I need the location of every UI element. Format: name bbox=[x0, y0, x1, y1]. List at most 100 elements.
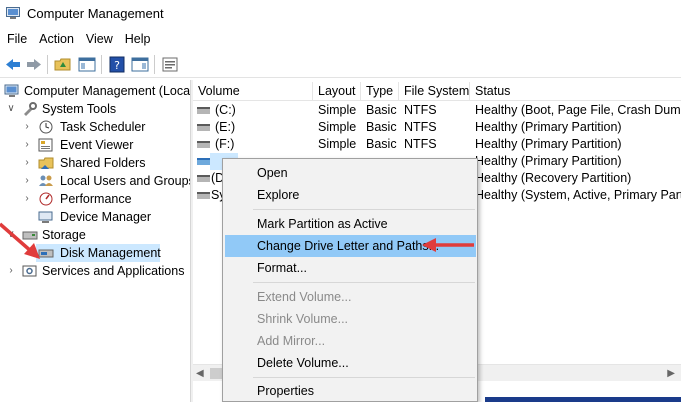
event-viewer-icon bbox=[38, 138, 53, 152]
cell-volume: (E:) bbox=[215, 120, 236, 134]
menu-file[interactable]: File bbox=[0, 29, 33, 50]
column-header-volume[interactable]: Volume bbox=[193, 82, 313, 101]
expand-chevron-icon[interactable]: › bbox=[22, 190, 32, 208]
tree-item-task-scheduler[interactable]: › Task Scheduler bbox=[22, 118, 190, 136]
cell-type: Basic bbox=[366, 137, 397, 151]
performance-icon bbox=[39, 192, 53, 206]
cell-file-system: NTFS bbox=[404, 103, 437, 117]
up-folder-icon[interactable] bbox=[54, 56, 72, 73]
computer-management-icon bbox=[6, 7, 20, 19]
tree-label-services: Services and Applications bbox=[42, 264, 185, 278]
tree-label-storage: Storage bbox=[42, 228, 86, 242]
expand-chevron-icon[interactable]: › bbox=[22, 136, 32, 154]
cell-volume: (F:) bbox=[215, 137, 235, 151]
red-arrow-annotation-icon bbox=[0, 222, 40, 259]
title-bar: Computer Management bbox=[0, 0, 681, 29]
cell-status: Healthy (Primary Partition) bbox=[475, 120, 622, 134]
cell-status: Healthy (Boot, Page File, Crash Dump, bbox=[475, 103, 681, 117]
users-icon bbox=[39, 175, 53, 186]
partition-bar[interactable] bbox=[485, 397, 681, 402]
cell-file-system: NTFS bbox=[404, 120, 437, 134]
tree-label-device-manager: Device Manager bbox=[60, 210, 152, 224]
menu-item-properties[interactable]: Properties bbox=[225, 380, 476, 402]
menu-separator bbox=[253, 377, 475, 378]
cell-volume: (C:) bbox=[215, 103, 236, 117]
red-arrow-annotation-icon bbox=[422, 238, 474, 252]
cell-status: Healthy (Primary Partition) bbox=[475, 137, 622, 151]
tree-item-root[interactable]: Computer Management (Local bbox=[4, 82, 190, 100]
menu-separator bbox=[253, 282, 475, 283]
table-row[interactable]: (F:) Simple Basic NTFS Healthy (Primary … bbox=[193, 136, 681, 153]
computer-management-icon bbox=[4, 84, 19, 97]
menu-item-extend-volume: Extend Volume... bbox=[257, 290, 352, 304]
tree-label-task-scheduler: Task Scheduler bbox=[60, 120, 146, 134]
cell-type: Basic bbox=[366, 103, 397, 117]
expand-chevron-icon[interactable]: › bbox=[22, 154, 32, 172]
tree-label-root: Computer Management (Local bbox=[24, 84, 190, 98]
back-arrow-icon[interactable] bbox=[4, 56, 22, 73]
column-header-file-system[interactable]: File System bbox=[399, 82, 470, 101]
expand-chevron-icon[interactable]: › bbox=[22, 118, 32, 136]
tree-item-performance[interactable]: › Performance bbox=[22, 190, 190, 208]
tree-item-event-viewer[interactable]: › Event Viewer bbox=[22, 136, 190, 154]
forward-arrow-icon[interactable] bbox=[25, 56, 43, 73]
column-header-type[interactable]: Type bbox=[361, 82, 399, 101]
help-icon[interactable]: ? bbox=[108, 56, 126, 73]
cell-status: Healthy (Recovery Partition) bbox=[475, 171, 632, 185]
table-row[interactable]: (E:) Simple Basic NTFS Healthy (Primary … bbox=[193, 119, 681, 136]
properties-list-icon[interactable] bbox=[161, 56, 179, 73]
cell-status: Healthy (System, Active, Primary Partiti bbox=[475, 188, 681, 202]
cell-status: Healthy (Primary Partition) bbox=[475, 154, 622, 168]
tree-item-system-tools[interactable]: ∨ System Tools bbox=[6, 100, 190, 118]
volume-icon bbox=[197, 107, 210, 114]
menu-item-open[interactable]: Open bbox=[225, 162, 476, 184]
tree-item-local-users[interactable]: › Local Users and Groups bbox=[22, 172, 190, 190]
menu-action[interactable]: Action bbox=[33, 29, 80, 50]
clock-icon bbox=[39, 120, 53, 134]
column-header-status[interactable]: Status bbox=[470, 82, 681, 101]
window-title: Computer Management bbox=[27, 6, 164, 21]
scroll-left-icon[interactable]: ◀ bbox=[196, 368, 204, 379]
scroll-right-icon[interactable]: ▶ bbox=[667, 368, 675, 379]
tree-label-event-viewer: Event Viewer bbox=[60, 138, 134, 152]
expand-chevron-icon[interactable]: › bbox=[6, 262, 16, 280]
cell-type: Basic bbox=[366, 120, 397, 134]
tree-item-device-manager[interactable]: Device Manager bbox=[38, 208, 190, 226]
show-hide-console-tree-icon[interactable] bbox=[78, 56, 96, 73]
menu-separator bbox=[253, 209, 475, 210]
tree-label-system-tools: System Tools bbox=[42, 102, 117, 116]
cell-layout: Simple bbox=[318, 103, 357, 117]
toolbar: ? bbox=[0, 51, 681, 78]
menu-item-explore[interactable]: Explore bbox=[225, 184, 476, 206]
expand-chevron-icon[interactable]: › bbox=[22, 172, 32, 190]
system-tools-icon bbox=[24, 102, 37, 116]
tree-item-shared-folders[interactable]: › Shared Folders bbox=[22, 154, 190, 172]
menu-item-mark-active[interactable]: Mark Partition as Active bbox=[225, 213, 476, 235]
tree-label-shared-folders: Shared Folders bbox=[60, 156, 146, 170]
cell-file-system: NTFS bbox=[404, 137, 437, 151]
menu-item-shrink-volume: Shrink Volume... bbox=[257, 312, 349, 326]
context-menu: Open Explore Mark Partition as Active Ch… bbox=[222, 158, 478, 402]
table-row[interactable]: (C:) Simple Basic NTFS Healthy (Boot, Pa… bbox=[193, 102, 681, 119]
menu-item-add-mirror: Add Mirror... bbox=[257, 334, 326, 348]
column-header-layout[interactable]: Layout bbox=[313, 82, 361, 101]
volume-icon bbox=[197, 141, 210, 148]
svg-text:?: ? bbox=[114, 59, 120, 72]
collapse-chevron-icon[interactable]: ∨ bbox=[6, 100, 16, 118]
show-hide-action-pane-icon[interactable] bbox=[131, 56, 149, 73]
volume-icon bbox=[197, 158, 210, 165]
shared-folder-icon bbox=[38, 157, 54, 169]
menu-view[interactable]: View bbox=[80, 29, 119, 50]
tree-label-local-users: Local Users and Groups bbox=[60, 174, 190, 188]
menu-help[interactable]: Help bbox=[119, 29, 157, 50]
menu-bar: File Action View Help bbox=[0, 29, 681, 50]
tree-item-disk-management[interactable]: Disk Management bbox=[36, 244, 161, 262]
menu-item-format[interactable]: Format... bbox=[225, 257, 476, 279]
list-header: Volume Layout Type File System Status bbox=[193, 82, 681, 101]
cell-layout: Simple bbox=[318, 120, 357, 134]
tree-label-performance: Performance bbox=[60, 192, 132, 206]
menu-item-delete-volume[interactable]: Delete Volume... bbox=[225, 352, 476, 374]
tree-label-disk-management: Disk Management bbox=[60, 246, 161, 260]
volume-icon bbox=[197, 124, 210, 131]
tree-item-services[interactable]: › Services and Applications bbox=[6, 262, 190, 280]
